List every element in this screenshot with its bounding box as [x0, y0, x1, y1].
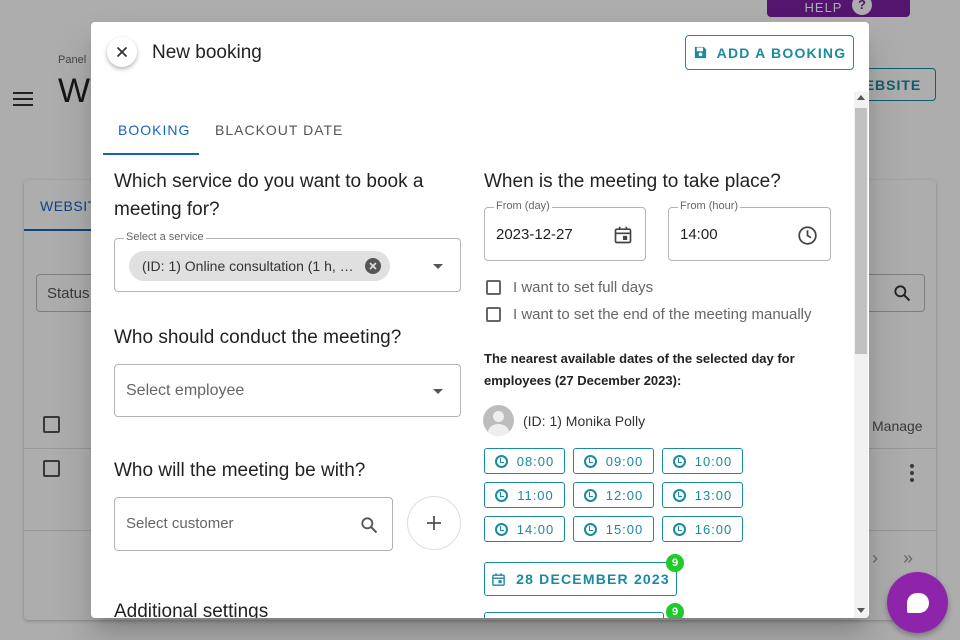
clock-icon	[495, 488, 509, 502]
tab-indicator	[103, 153, 199, 155]
customer-question: Who will the meeting be with?	[114, 460, 366, 481]
clock-icon	[494, 454, 508, 468]
time-slot-button[interactable]: 11:00	[484, 482, 565, 508]
add-booking-button[interactable]: ADD A BOOKING	[685, 35, 854, 70]
from-day-label: From (day)	[494, 200, 552, 212]
date-button[interactable]: 28 DECEMBER 2023	[484, 562, 677, 596]
close-button[interactable]	[107, 37, 137, 67]
tab-booking[interactable]: BOOKING	[118, 122, 190, 138]
clock-icon	[494, 522, 508, 536]
employee-placeholder: Select employee	[126, 382, 245, 399]
full-days-checkbox[interactable]: I want to set full days	[486, 279, 653, 296]
time-slot-button[interactable]: 08:00	[484, 448, 565, 474]
dropdown-arrow-icon[interactable]	[433, 264, 443, 269]
save-icon	[694, 46, 706, 59]
clock-icon	[583, 488, 597, 502]
service-question: Which service do you want to book a meet…	[114, 171, 424, 220]
service-select-label: Select a service	[124, 231, 206, 243]
end-manually-label: I want to set the end of the meeting man…	[513, 306, 812, 323]
checkbox-box[interactable]	[486, 280, 501, 295]
time-slot-label: 14:00	[516, 521, 555, 537]
dropdown-arrow-icon[interactable]	[433, 389, 443, 394]
dialog-title: New booking	[152, 42, 262, 63]
add-booking-label: ADD A BOOKING	[716, 44, 847, 61]
additional-settings-heading: Additional settings	[114, 601, 269, 618]
nearest-dates-text: The nearest available dates of the selec…	[484, 351, 795, 388]
plus-icon	[427, 516, 441, 530]
calendar-icon[interactable]	[613, 225, 633, 245]
service-select[interactable]: Select a service (ID: 1) Online consulta…	[114, 231, 461, 292]
employee-select[interactable]: Select employee	[114, 364, 461, 417]
employee-question: Who should conduct the meeting?	[114, 327, 402, 348]
from-day-value: 2023-12-27	[496, 226, 573, 243]
time-slot-label: 08:00	[516, 453, 555, 469]
time-slot-label: 11:00	[517, 487, 554, 503]
checkbox-box[interactable]	[486, 307, 501, 322]
from-hour-field[interactable]: From (hour) 14:00	[668, 200, 831, 261]
when-question: When is the meeting to take place?	[484, 171, 781, 192]
remove-chip-icon[interactable]	[365, 258, 381, 274]
avatar	[483, 405, 514, 436]
time-slot-label: 12:00	[605, 487, 644, 503]
time-slot-button[interactable]: 15:00	[573, 516, 654, 542]
customer-placeholder: Select customer	[126, 515, 234, 532]
calendar-icon	[492, 572, 505, 586]
close-icon	[116, 46, 128, 58]
end-manually-checkbox[interactable]: I want to set the end of the meeting man…	[486, 306, 812, 323]
time-slot-label: 15:00	[605, 521, 644, 537]
new-booking-dialog: New booking ADD A BOOKING BOOKING BLACKO…	[91, 22, 869, 618]
time-slots: 08:00 09:00 10:00 11:00 12:00 13:00 14:0…	[484, 448, 754, 542]
time-slot-label: 09:00	[605, 453, 644, 469]
time-slot-button[interactable]: 12:00	[573, 482, 654, 508]
time-slot-button[interactable]: 13:00	[662, 482, 743, 508]
service-chip-label: (ID: 1) Online consultation (1 h, €10...	[142, 258, 360, 274]
customer-search-input[interactable]: Select customer	[114, 497, 393, 551]
from-hour-label: From (hour)	[678, 200, 741, 212]
from-day-field[interactable]: From (day) 2023-12-27	[484, 200, 646, 261]
clock-icon[interactable]	[797, 225, 818, 246]
date-button[interactable]	[484, 612, 664, 618]
chat-icon	[906, 592, 929, 613]
service-chip: (ID: 1) Online consultation (1 h, €10...	[129, 251, 390, 281]
time-slot-label: 13:00	[694, 487, 733, 503]
full-days-label: I want to set full days	[513, 279, 654, 296]
chat-button[interactable]	[887, 572, 948, 633]
clock-icon	[583, 454, 597, 468]
time-slot-label: 16:00	[694, 521, 733, 537]
time-slot-button[interactable]: 16:00	[662, 516, 743, 542]
time-slot-label: 10:00	[694, 453, 733, 469]
dialog-scrollbar[interactable]	[854, 92, 868, 618]
time-slot-button[interactable]: 10:00	[662, 448, 743, 474]
clock-icon	[672, 488, 686, 502]
time-slot-button[interactable]: 09:00	[573, 448, 654, 474]
clock-icon	[672, 522, 686, 536]
tab-blackout-date[interactable]: BLACKOUT DATE	[215, 122, 343, 138]
time-slot-button[interactable]: 14:00	[484, 516, 565, 542]
clock-icon	[583, 522, 597, 536]
employee-entry: (ID: 1) Monika Polly	[483, 405, 645, 436]
availability-badge: 9	[666, 603, 684, 618]
from-hour-value: 14:00	[680, 226, 718, 243]
availability-badge: 9	[666, 554, 684, 572]
employee-name: (ID: 1) Monika Polly	[523, 412, 646, 429]
search-icon[interactable]	[359, 515, 379, 535]
clock-icon	[672, 454, 686, 468]
add-customer-button[interactable]	[407, 496, 461, 550]
date-button-label: 28 DECEMBER 2023	[516, 571, 670, 587]
